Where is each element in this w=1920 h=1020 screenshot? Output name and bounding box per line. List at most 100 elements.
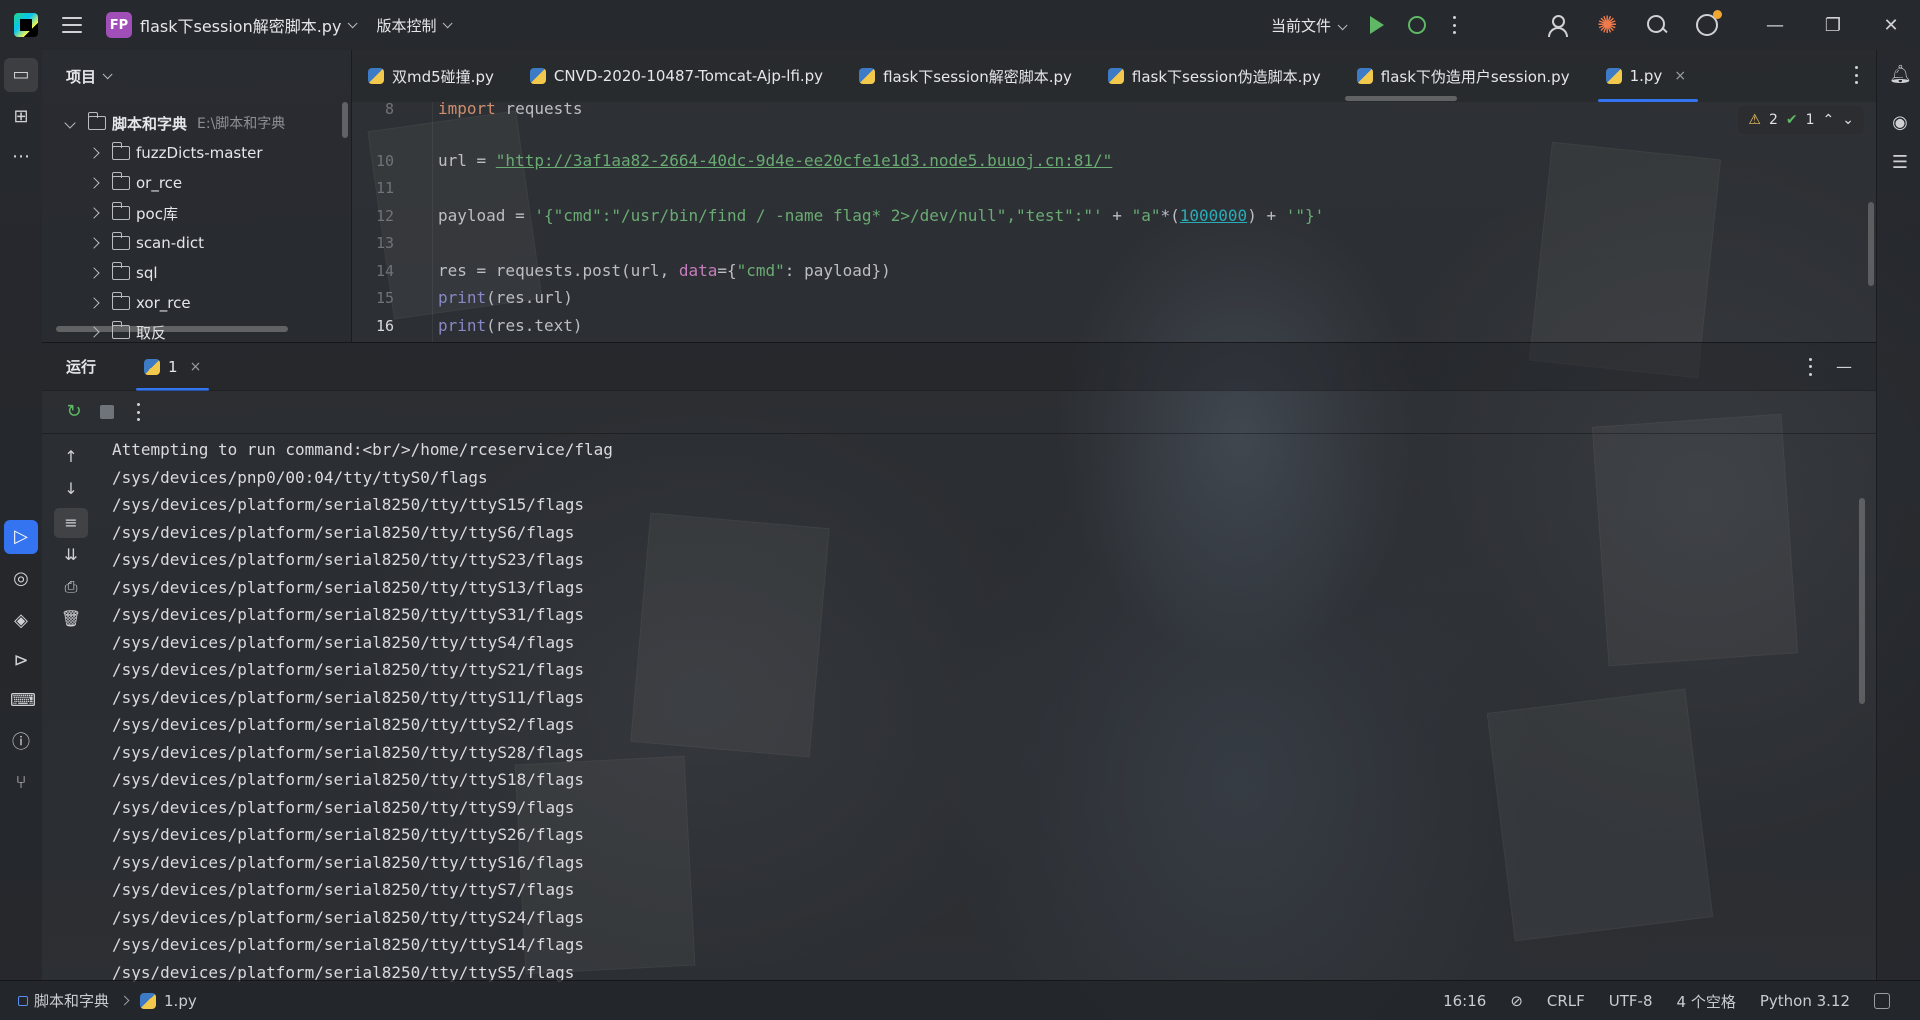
python-console-icon[interactable]: ◎ [10, 568, 32, 590]
no-inspect-icon[interactable]: ⊘ [1510, 992, 1523, 1010]
breadcrumb-file[interactable]: 1.py [164, 992, 197, 1010]
expand-arrow-icon[interactable] [88, 177, 100, 189]
tab-file[interactable]: 双md5碰撞.py [352, 50, 514, 102]
expand-arrow-icon[interactable] [88, 147, 100, 159]
hide-panel-icon[interactable]: — [1836, 357, 1852, 376]
soft-wrap-icon[interactable]: ≡ [54, 508, 88, 538]
tree-item[interactable]: sql [42, 259, 158, 287]
run-tab-close-icon[interactable]: × [190, 359, 202, 375]
tree-item[interactable]: poc库 [42, 199, 178, 227]
editor-scrollbar[interactable] [1868, 202, 1874, 286]
breadcrumb-root[interactable]: 脚本和字典 [34, 990, 109, 1011]
chevron-down-icon[interactable] [443, 17, 454, 28]
database-icon[interactable]: ☰ [1889, 152, 1911, 174]
console-line: /sys/devices/platform/serial8250/tty/tty… [112, 742, 585, 762]
project-horizontal-scrollbar[interactable] [56, 326, 288, 332]
close-window-button[interactable]: ✕ [1862, 0, 1920, 50]
run-panel-more-icon[interactable] [1808, 357, 1812, 376]
tabs-more-icon[interactable] [1854, 66, 1858, 84]
chevron-down-icon[interactable] [102, 68, 113, 79]
console-line: /sys/devices/platform/serial8250/tty/tty… [112, 797, 575, 817]
stop-icon[interactable] [100, 405, 114, 419]
code-editor[interactable]: 8 10 11 12 13 14 15 16 import requests u… [352, 102, 1876, 342]
expand-arrow-icon[interactable] [88, 237, 100, 249]
console-output[interactable]: Attempting to run command:<br/>/home/rce… [112, 436, 1852, 982]
indent-setting[interactable]: 4 个空格 [1677, 991, 1736, 1012]
tab-close-icon[interactable]: × [1674, 68, 1686, 84]
tab-label: flask下session解密脚本.py [883, 67, 1072, 86]
ai-assistant-icon[interactable]: ✺ [1596, 13, 1618, 37]
console-scrollbar[interactable] [1859, 498, 1865, 704]
chevron-down-icon[interactable] [348, 17, 359, 28]
python-file-icon [144, 358, 161, 375]
tree-item[interactable]: or_rce [42, 169, 182, 197]
expand-arrow-icon[interactable] [88, 207, 100, 219]
tab-file[interactable]: flask下伪造用户session.py [1341, 50, 1590, 102]
project-scrollbar[interactable] [342, 102, 348, 138]
tab-file[interactable]: flask下session解密脚本.py [843, 50, 1092, 102]
run-config-selector[interactable]: 当前文件 [1271, 15, 1348, 36]
tab-label: CNVD-2020-10487-Tomcat-Ajp-lfi.py [553, 67, 824, 85]
ai-swirl-icon[interactable]: ◉ [1889, 112, 1911, 134]
inspections-widget[interactable]: ⚠ 2 ✔ 1 ⌃ ⌄ [1738, 106, 1864, 134]
caret-position[interactable]: 16:16 [1443, 992, 1486, 1010]
problems-icon[interactable]: ⓘ [10, 732, 32, 754]
tabs-scrollbar[interactable] [1345, 96, 1457, 101]
print-icon[interactable]: ⎙ [60, 576, 82, 598]
run-tool-icon[interactable]: ▷ [4, 520, 38, 554]
read-only-lock-icon[interactable] [1874, 993, 1890, 1009]
console-line: /sys/devices/platform/serial8250/tty/tty… [112, 770, 585, 789]
expand-arrow-icon[interactable] [64, 117, 76, 129]
structure-icon[interactable]: ⊞ [10, 106, 32, 128]
tree-item[interactable]: fuzzDicts-master [42, 139, 263, 167]
restore-button[interactable]: ❐ [1804, 0, 1862, 50]
tab-file[interactable]: CNVD-2020-10487-Tomcat-Ajp-lfi.py [514, 50, 843, 102]
services-icon[interactable]: ⊳ [10, 650, 32, 672]
notifications-bell-icon[interactable]: 🔔︎ [1889, 64, 1912, 86]
settings-gear-icon[interactable] [1696, 10, 1722, 36]
project-switcher[interactable]: flask下session解密脚本.py [140, 13, 341, 37]
console-line: /sys/devices/platform/serial8250/tty/tty… [112, 935, 585, 954]
chevron-down-icon[interactable]: ⌄ [1842, 112, 1854, 128]
vcs-menu[interactable]: 版本控制 [376, 15, 436, 36]
expand-arrow-icon[interactable] [88, 267, 100, 279]
minimize-button[interactable]: — [1746, 0, 1804, 50]
run-tab[interactable]: 1 × [136, 343, 210, 391]
python-interpreter[interactable]: Python 3.12 [1760, 992, 1850, 1010]
main-menu-icon[interactable] [62, 17, 82, 33]
rerun-icon[interactable]: ↻ [64, 402, 84, 422]
tab-file-active[interactable]: 1.py × [1590, 50, 1706, 102]
search-icon[interactable] [1646, 14, 1668, 36]
console-line: /sys/devices/platform/serial8250/tty/tty… [112, 495, 585, 514]
code-text: *( [1160, 206, 1180, 225]
scroll-down-icon[interactable]: ↓ [60, 478, 82, 500]
chevron-up-icon[interactable]: ⌃ [1823, 112, 1835, 128]
url-string[interactable]: "http://3af1aa82-2664-40dc-9d4e-ee20cfe1… [496, 151, 1113, 170]
tree-item[interactable]: xor_rce [42, 289, 191, 317]
more-actions-icon[interactable] [1452, 16, 1456, 34]
project-folder-icon[interactable]: ▭ [4, 58, 38, 92]
git-branch-icon[interactable]: ⑂ [10, 772, 32, 794]
console-line: /sys/devices/platform/serial8250/tty/tty… [112, 632, 575, 652]
line-ending[interactable]: CRLF [1547, 992, 1585, 1010]
run-icon[interactable] [1370, 16, 1384, 34]
tree-item[interactable]: scan-dict [42, 229, 204, 257]
project-badge[interactable]: FP [106, 12, 132, 38]
debug-icon[interactable] [1408, 16, 1426, 34]
scroll-up-icon[interactable]: ↑ [60, 446, 82, 468]
project-panel-header[interactable]: 项目 [42, 50, 351, 102]
title-bar: FP flask下session解密脚本.py 版本控制 当前文件 ✺ — ❐ … [0, 0, 1920, 50]
add-user-icon[interactable] [1546, 14, 1568, 37]
tree-root[interactable]: 脚本和字典 E:\脚本和字典 [42, 109, 285, 137]
clear-trash-icon[interactable]: 🗑︎ [60, 608, 82, 630]
run-toolbar-more-icon[interactable] [136, 403, 140, 421]
console-line: /sys/devices/platform/serial8250/tty/tty… [112, 605, 585, 624]
expand-arrow-icon[interactable] [88, 297, 100, 309]
scroll-to-end-icon[interactable]: ⇊ [60, 544, 82, 566]
layers-icon[interactable]: ◈ [10, 610, 32, 632]
file-encoding[interactable]: UTF-8 [1609, 992, 1653, 1010]
terminal-icon[interactable]: ⌨ [10, 690, 36, 712]
more-tools-icon[interactable]: ⋯ [10, 146, 32, 168]
ok-count: 1 [1805, 112, 1815, 128]
tab-file[interactable]: flask下session伪造脚本.py [1092, 50, 1341, 102]
